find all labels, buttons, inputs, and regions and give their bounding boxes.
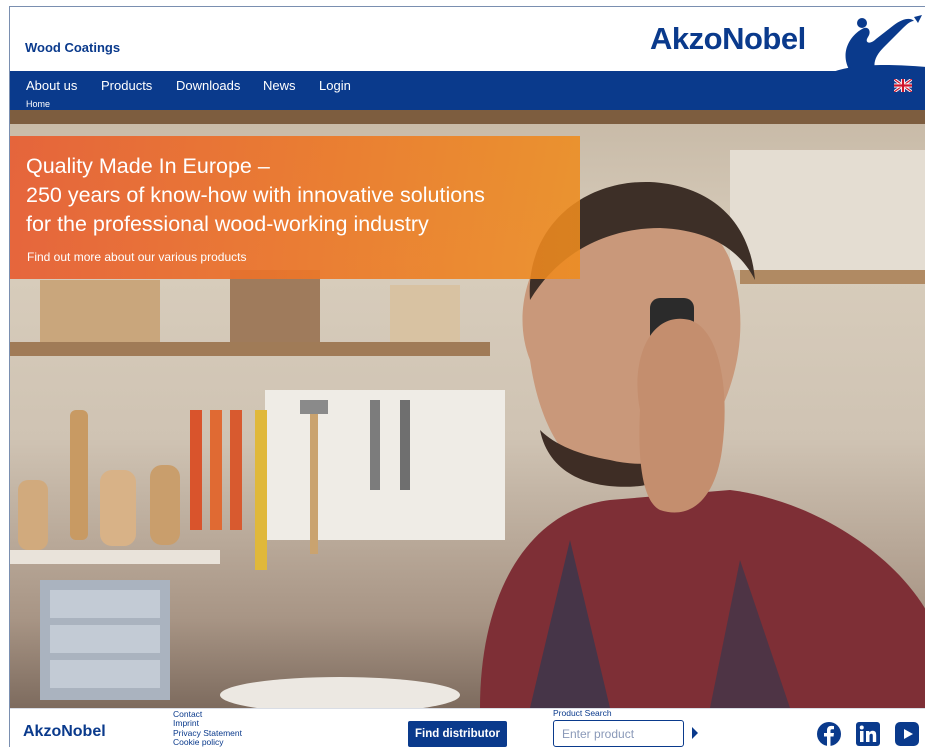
- nav-item-products[interactable]: Products: [101, 78, 152, 93]
- linkedin-icon[interactable]: [856, 722, 880, 746]
- breadcrumb-home[interactable]: Home: [26, 99, 50, 110]
- hero-overlay: Quality Made In Europe – 250 years of kn…: [10, 136, 580, 279]
- site-header: Wood Coatings AkzoNobel: [10, 7, 925, 73]
- footer-link-cookie[interactable]: Cookie policy: [173, 737, 242, 747]
- hero-banner: Quality Made In Europe – 250 years of kn…: [10, 110, 925, 708]
- hero-title-line-2: 250 years of know-how with innovative so…: [26, 183, 485, 207]
- hero-title: Quality Made In Europe – 250 years of kn…: [26, 152, 576, 239]
- hero-title-line-1: Quality Made In Europe –: [26, 154, 270, 178]
- footer-bar: AkzoNobel Contact Imprint Privacy Statem…: [10, 708, 925, 747]
- nav-item-downloads[interactable]: Downloads: [176, 78, 240, 93]
- breadcrumb: Home: [10, 99, 925, 110]
- main-nav: About us Products Downloads News Login: [10, 71, 925, 99]
- nav-item-about-us[interactable]: About us: [26, 78, 77, 93]
- youtube-icon[interactable]: [895, 722, 919, 746]
- product-search-label: Product Search: [553, 708, 612, 718]
- hero-title-line-3: for the professional wood-working indust…: [26, 212, 429, 236]
- search-submit-arrow-icon[interactable]: [690, 725, 700, 741]
- page-frame: Wood Coatings AkzoNobel About us Product…: [9, 6, 925, 747]
- brand-logo-text[interactable]: AkzoNobel: [650, 21, 806, 57]
- nav-item-news[interactable]: News: [263, 78, 296, 93]
- site-name[interactable]: Wood Coatings: [25, 40, 120, 55]
- brand-logo-icon[interactable]: [810, 15, 925, 75]
- footer-brand-logo[interactable]: AkzoNobel: [23, 723, 106, 741]
- hero-products-link[interactable]: Find out more about our various products: [27, 250, 246, 264]
- product-search-input[interactable]: [553, 720, 684, 747]
- find-distributor-button[interactable]: Find distributor: [408, 721, 507, 747]
- facebook-icon[interactable]: [817, 722, 841, 746]
- footer-links: Contact Imprint Privacy Statement Cookie…: [173, 709, 242, 747]
- uk-flag-icon[interactable]: [894, 79, 912, 92]
- nav-item-login[interactable]: Login: [319, 78, 351, 93]
